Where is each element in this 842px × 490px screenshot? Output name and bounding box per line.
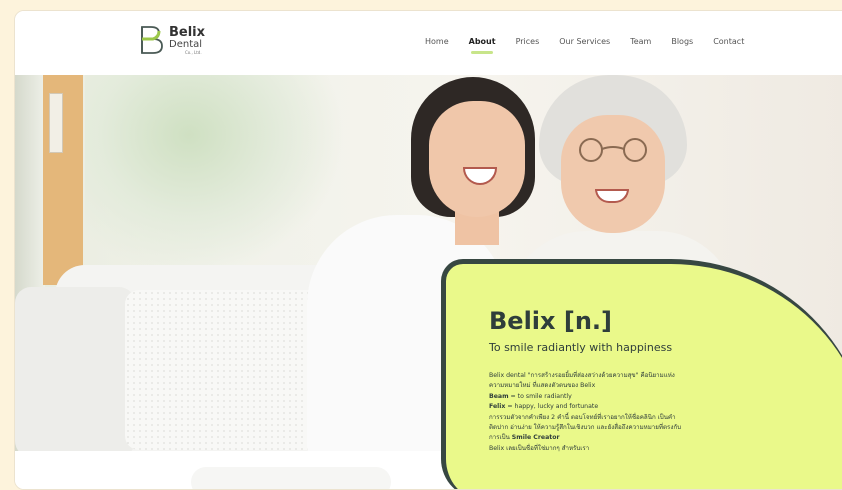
woman-elder-face	[561, 115, 665, 233]
logo-sub: Dental	[169, 38, 203, 50]
card-body: Belix dental "การสร้างรอยยิ้มที่ส่องสว่า…	[489, 371, 749, 454]
nav-our-services[interactable]: Our Services	[559, 37, 610, 46]
beam-term: Beam	[489, 392, 509, 400]
brand-logo[interactable]: Belix Dental Co., Ltd.	[139, 25, 205, 55]
nav-blogs[interactable]: Blogs	[671, 37, 693, 46]
card-line-2: ความหมายใหม่ ที่แสดงตัวตนของ Belix	[489, 382, 596, 390]
nav-about-label: About	[468, 37, 496, 46]
card-line-7: การเป็น Smile Creator	[489, 433, 749, 443]
beam-def: = to smile radiantly	[508, 392, 572, 400]
line7-prefix: การเป็น	[489, 434, 512, 442]
nav-team[interactable]: Team	[630, 37, 651, 46]
card-line-beam: Beam = to smile radiantly	[489, 392, 749, 402]
nav-contact[interactable]: Contact	[713, 37, 744, 46]
card-line-5: การรวมตัวจากคำเพียง 2 คำนี้ ตอบโจทย์ที่เ…	[489, 413, 676, 421]
sofa-arm	[15, 287, 135, 451]
woman-young-face	[429, 101, 525, 217]
plant-background	[85, 75, 345, 275]
pillow	[125, 290, 325, 450]
logo-mark-icon	[141, 26, 163, 54]
card-line-8: Belix เลยเป็นชื่อที่ใช่มากๆ สำหรับเรา	[489, 444, 590, 452]
bottom-pill	[191, 467, 391, 489]
site-header: Belix Dental Co., Ltd. Home About Prices…	[15, 11, 842, 75]
card-line-felix: Felix = happy, lucky and fortunate	[489, 402, 749, 412]
window-latch	[49, 93, 63, 153]
card-line-6: ติดปาก อ่านง่าย ให้ความรู้สึกในเชิงบวก แ…	[489, 424, 682, 432]
card-title: Belix [n.]	[489, 307, 612, 335]
card-line-1: Belix dental "การสร้างรอยยิ้มที่ส่องสว่า…	[489, 372, 675, 379]
browser-frame: Belix Dental Co., Ltd. Home About Prices…	[14, 10, 842, 490]
smile-creator: Smile Creator	[511, 434, 560, 442]
nav-about[interactable]: About	[468, 37, 496, 54]
main-nav: Home About Prices Our Services Team Blog…	[425, 37, 744, 54]
felix-def: = happy, lucky and fortunate	[505, 403, 599, 411]
nav-home[interactable]: Home	[425, 37, 449, 46]
nav-prices[interactable]: Prices	[516, 37, 540, 46]
logo-wordmark: Belix Dental Co., Ltd.	[169, 26, 205, 55]
glasses-icon	[579, 138, 647, 162]
active-indicator	[471, 51, 494, 54]
felix-term: Felix	[489, 403, 506, 411]
logo-company: Co., Ltd.	[185, 49, 202, 55]
logo-name: Belix	[169, 24, 206, 40]
card-subtitle: To smile radiantly with happiness	[489, 341, 673, 354]
